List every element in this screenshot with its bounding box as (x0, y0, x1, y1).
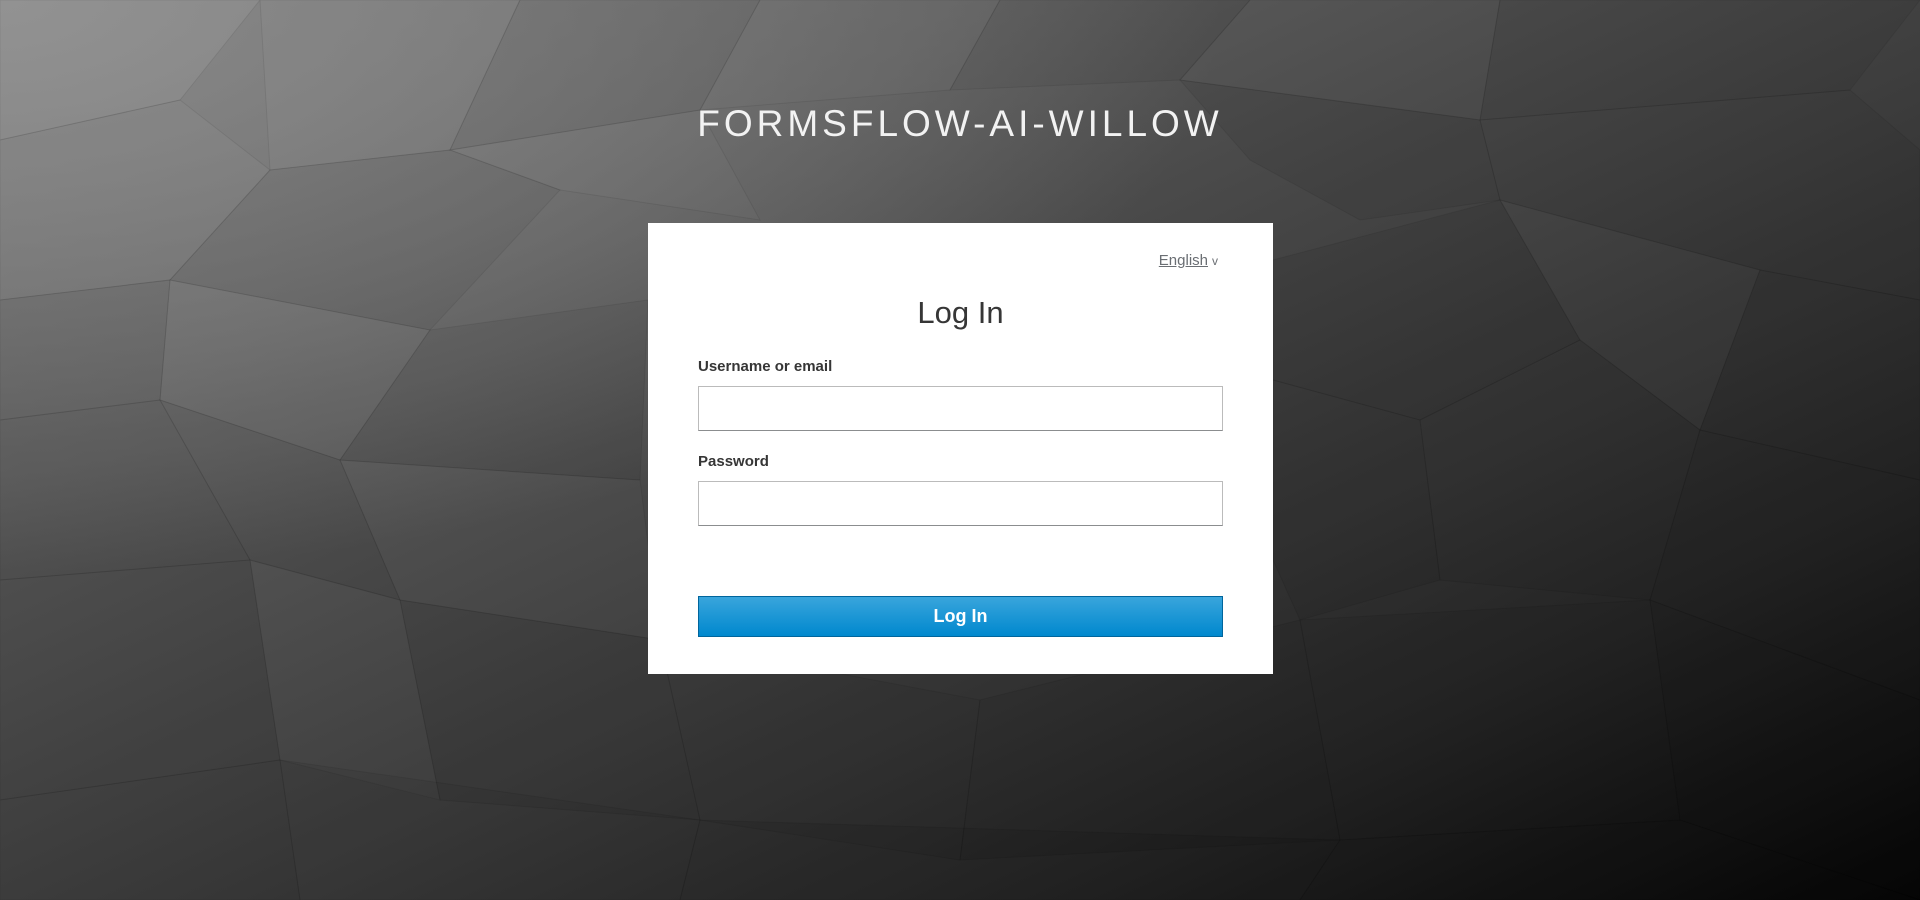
login-card: English v Log In Username or email Passwo… (648, 223, 1273, 674)
password-label: Password (698, 453, 769, 470)
language-selector[interactable]: English v (1159, 252, 1218, 269)
realm-title: FORMSFLOW-AI-WILLOW (697, 103, 1223, 144)
password-input[interactable] (698, 481, 1223, 526)
language-selected-label: English (1158, 252, 1208, 269)
login-button[interactable]: Log In (698, 596, 1223, 637)
username-label: Username or email (698, 358, 833, 375)
login-heading: Log In (917, 295, 1004, 330)
username-input[interactable] (698, 386, 1223, 431)
chevron-down-icon: v (1212, 254, 1218, 268)
